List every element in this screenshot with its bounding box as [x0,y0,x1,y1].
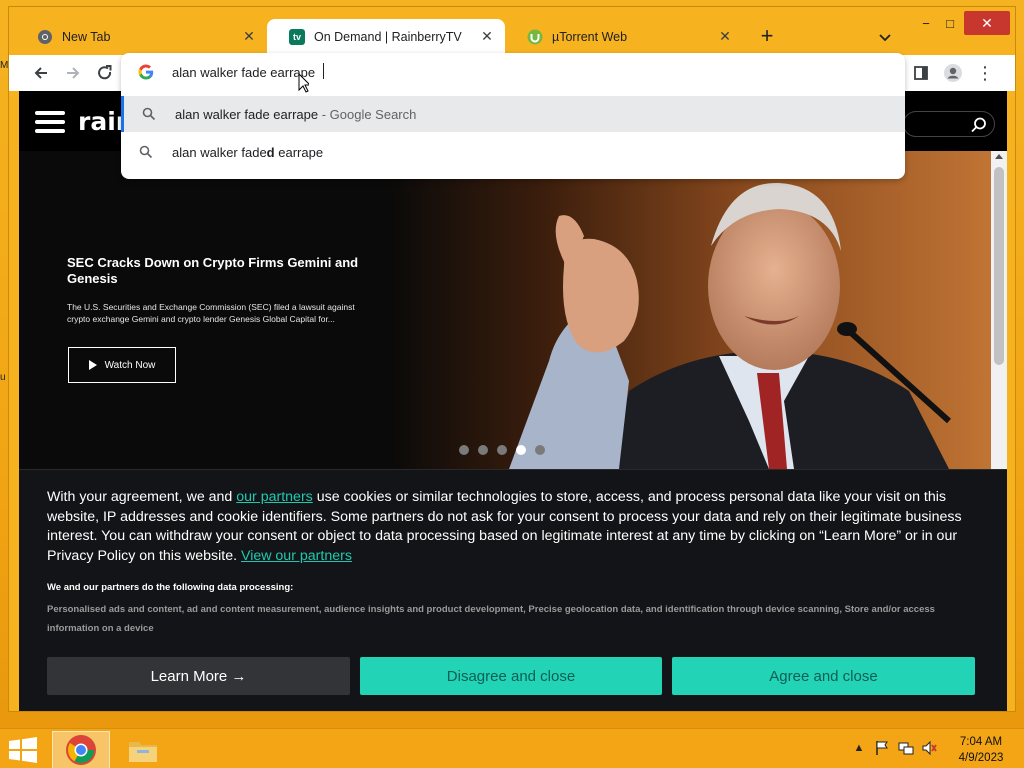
tab-title: µTorrent Web [552,30,628,44]
play-icon [88,360,97,370]
close-tab-icon[interactable]: ✕ [241,28,257,44]
tab-search-button[interactable] [875,27,895,47]
processing-purposes: Personalised ads and content, ad and con… [47,604,935,634]
reload-button[interactable] [93,61,117,85]
hero-title: SEC Cracks Down on Crypto Firms Gemini a… [67,255,359,286]
windows-start-icon[interactable] [8,737,38,763]
arrow-right-icon [67,67,80,79]
text-caret [323,63,324,79]
carousel-dot-1[interactable] [459,445,469,455]
hero-carousel: SEC Cracks Down on Crypto Firms Gemini a… [19,151,991,469]
taskbar: ▲ 7:04 AM 4/9/2023 [0,728,1024,768]
maximize-button[interactable]: □ [933,11,967,35]
browser-window: New Tab ✕ tv On Demand | RainberryTV ✕ µ… [8,6,1016,712]
tab-strip: New Tab ✕ tv On Demand | RainberryTV ✕ µ… [9,7,1015,55]
taskbar-chrome[interactable] [52,731,110,768]
watch-now-button[interactable]: Watch Now [68,347,176,383]
folder-icon [129,742,157,762]
omnibox-dropdown: alan walker fade earrape - Google Search… [121,53,905,179]
mouse-cursor-icon [298,73,309,93]
close-window-button[interactable]: ✕ [964,11,1010,35]
taskbar-file-explorer[interactable] [114,731,172,768]
side-panel-icon [914,66,928,80]
search-icon[interactable] [970,116,988,134]
watch-now-label: Watch Now [104,359,156,371]
agree-and-close-button[interactable]: Agree and close [672,657,975,695]
side-panel-button[interactable] [909,61,933,85]
tab-new-tab[interactable]: New Tab ✕ [15,19,267,55]
page-scrollbar[interactable] [991,151,1007,469]
search-icon [139,145,153,159]
suggestion-query[interactable]: alan walker faded earrape [121,134,905,170]
consent-text: With your agreement, we and our partners… [47,489,962,564]
avatar-icon [944,64,962,82]
processing-heading: We and our partners do the following dat… [47,582,294,593]
clock-time: 7:04 AM [959,736,1003,748]
google-icon [138,64,154,80]
reload-icon [98,65,112,80]
omnibox[interactable] [121,53,905,93]
desktop-icon-fragment: u [0,372,6,383]
hamburger-menu-icon[interactable] [35,111,65,133]
chevron-down-icon [879,34,891,42]
new-tab-button[interactable]: + [755,25,779,49]
cookie-consent-banner: With your agreement, we and our partners… [19,469,1007,711]
our-partners-link[interactable]: our partners [236,489,313,505]
suggestion-text: alan walker fade earrape - Google Search [175,106,417,122]
suggestion-text: alan walker faded earrape [172,144,324,160]
chrome-icon [37,29,53,45]
chrome-icon [66,735,96,765]
tab-title: On Demand | RainberryTV [314,30,462,44]
page-viewport: rain SEC Cracks Down on Crypto Firms Gem… [19,91,1007,711]
site-search-input[interactable] [903,111,995,137]
arrow-left-icon [34,67,47,79]
show-hidden-icons-chevron-up-icon[interactable]: ▲ [850,739,868,757]
network-icon[interactable] [897,739,915,757]
search-icon [142,107,156,121]
omnibox-input[interactable] [172,63,772,81]
carousel-dot-4[interactable] [516,445,526,455]
close-tab-icon[interactable]: ✕ [717,28,733,44]
hero-description: The U.S. Securities and Exchange Commiss… [67,302,355,324]
hero-image [389,151,991,469]
suggestion-search[interactable]: alan walker fade earrape - Google Search [121,96,905,132]
clock-date: 4/9/2023 [958,752,1004,764]
scrollbar-thumb[interactable] [994,167,1004,365]
carousel-dots [459,445,545,455]
disagree-and-close-button[interactable]: Disagree and close [360,657,662,695]
tab-title: New Tab [62,30,111,44]
learn-more-button[interactable]: Learn More → [47,657,350,695]
tab-rainberrytv[interactable]: tv On Demand | RainberryTV ✕ [267,19,505,55]
view-partners-link[interactable]: View our partners [241,548,352,564]
forward-button[interactable] [61,61,85,85]
system-clock[interactable]: 7:04 AM 4/9/2023 [948,734,1014,766]
close-tab-icon[interactable]: ✕ [479,28,495,44]
tv-icon: tv [289,29,305,45]
carousel-dot-3[interactable] [497,445,507,455]
profile-button[interactable] [941,61,965,85]
scroll-up-arrow-icon[interactable] [995,154,1003,159]
carousel-dot-5[interactable] [535,445,545,455]
carousel-dot-2[interactable] [478,445,488,455]
action-center-flag-icon[interactable] [873,739,891,757]
volume-muted-icon[interactable] [920,739,938,757]
menu-button[interactable]: ⋮ [973,61,997,85]
utorrent-icon [527,29,543,45]
tab-utorrent[interactable]: µTorrent Web ✕ [505,19,743,55]
back-button[interactable] [29,61,53,85]
